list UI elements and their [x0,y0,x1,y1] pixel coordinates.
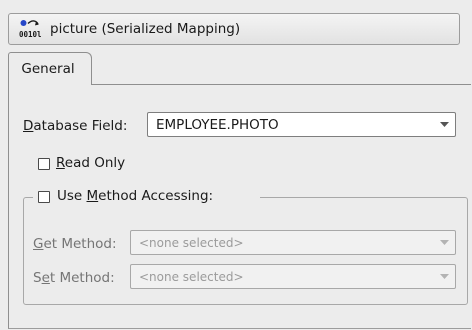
svg-text:0010l: 0010l [19,30,41,39]
chevron-down-icon[interactable] [433,273,455,280]
read-only-checkbox[interactable] [38,158,50,170]
chevron-down-icon[interactable] [433,239,455,246]
binary-mapping-icon: 0010l [19,20,41,39]
database-field-label: Database Field: [23,118,128,134]
use-method-accessing-checkbox[interactable] [38,191,50,203]
tab-general-label: General [21,60,75,77]
database-field-combo[interactable]: EMPLOYEE.PHOTO [147,112,456,137]
get-method-label: Get Method: [33,236,117,252]
mapping-title: picture (Serialized Mapping) [50,21,241,37]
use-method-accessing-label[interactable]: Use Method Accessing: [57,188,213,204]
set-method-value: <none selected> [139,269,244,284]
mapping-title-bar: 0010l picture (Serialized Mapping) [8,13,460,45]
tab-general[interactable]: General [8,52,92,84]
database-field-value: EMPLOYEE.PHOTO [156,116,279,133]
get-method-combo[interactable]: <none selected> [130,230,456,255]
set-method-combo[interactable]: <none selected> [130,264,456,289]
read-only-label[interactable]: Read Only [56,155,125,171]
get-method-value: <none selected> [139,235,244,250]
chevron-down-icon[interactable] [433,121,455,128]
set-method-label: Set Method: [33,270,115,286]
